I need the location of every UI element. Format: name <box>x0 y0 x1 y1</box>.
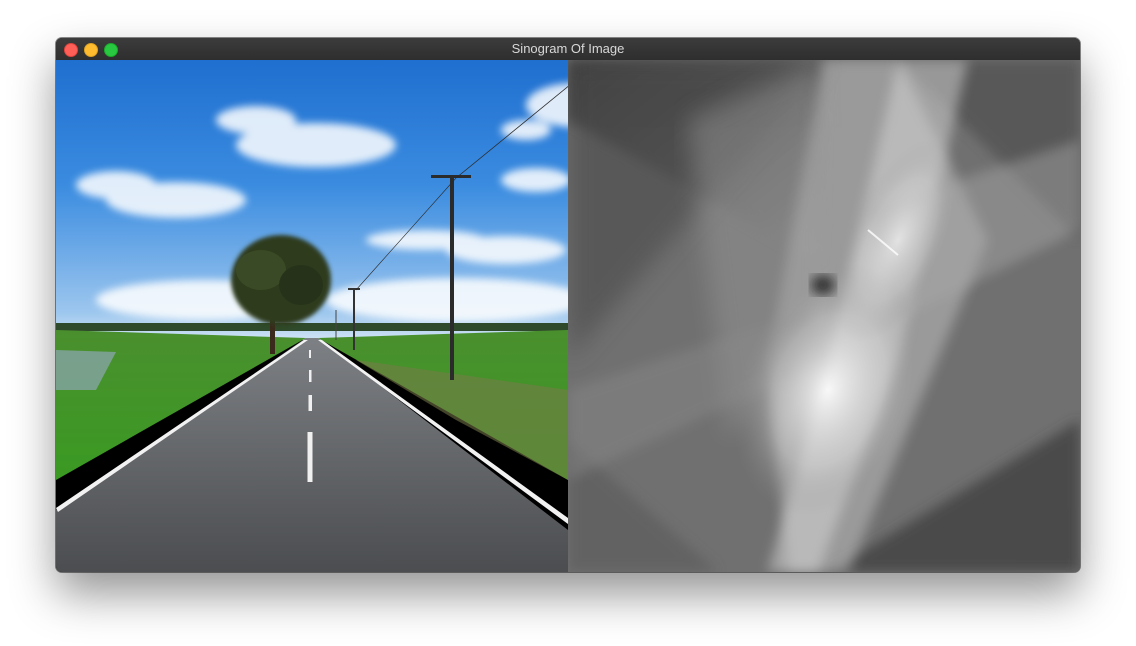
title-bar[interactable]: Sinogram Of Image <box>56 38 1080 61</box>
sinogram-image <box>568 60 1080 572</box>
window-title: Sinogram Of Image <box>511 41 625 56</box>
original-image <box>56 60 568 572</box>
app-window: Sinogram Of Image <box>56 38 1080 572</box>
